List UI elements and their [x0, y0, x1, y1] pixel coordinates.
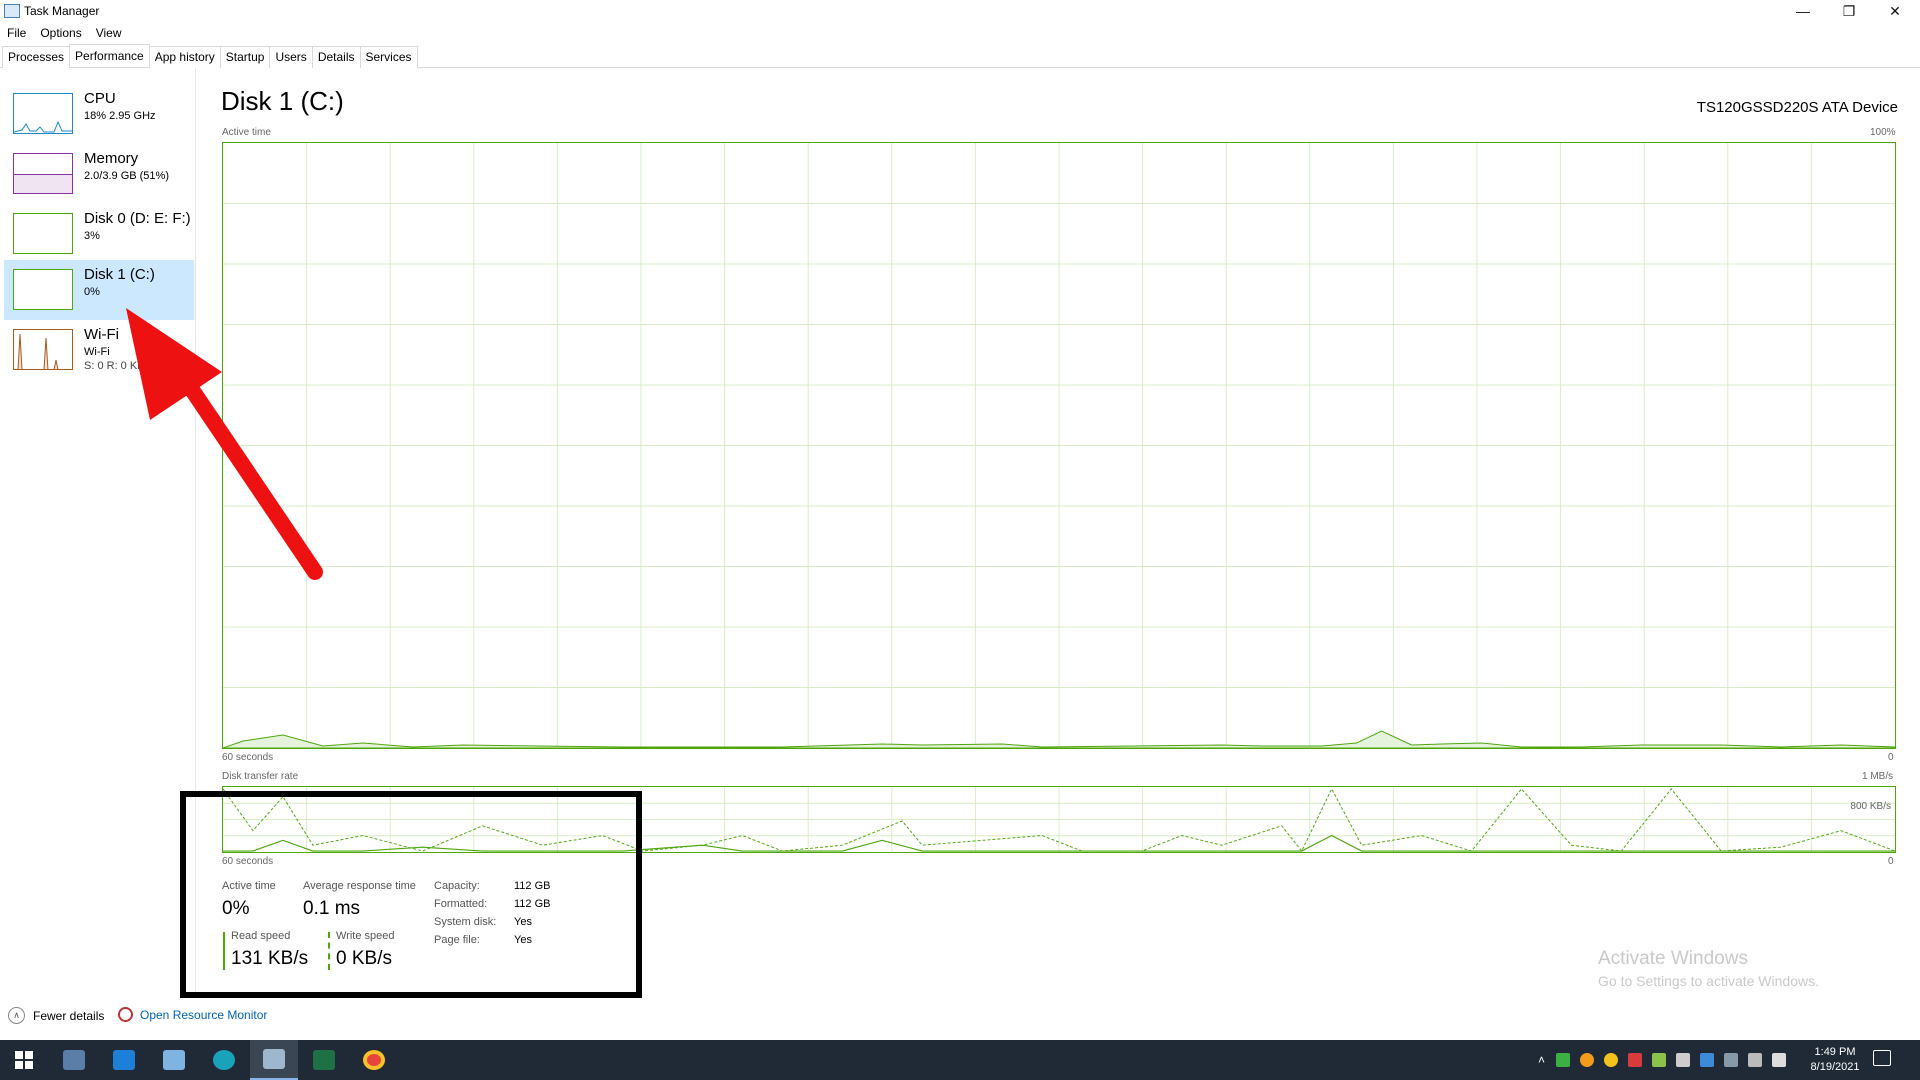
tab-processes[interactable]: Processes — [2, 46, 71, 68]
notepad-icon — [163, 1050, 185, 1070]
annotation-highlight-box — [180, 791, 642, 998]
menu-file[interactable]: File — [0, 24, 33, 44]
taskbar-notepad[interactable] — [150, 1040, 198, 1080]
memory-mini-graph — [13, 153, 73, 194]
task-manager-icon — [4, 4, 20, 18]
tray-app-icon[interactable] — [1628, 1053, 1643, 1067]
transfer-max-label: 1 MB/s — [1862, 771, 1894, 782]
tab-strip: Processes Performance App history Startu… — [0, 44, 1920, 68]
resource-monitor-icon — [118, 1007, 133, 1022]
taskbar-mail[interactable] — [100, 1040, 148, 1080]
tray-app-icon[interactable] — [1652, 1053, 1667, 1067]
sidebar-item-memory[interactable]: Memory 2.0/3.9 GB (51%) — [4, 144, 194, 204]
title-bar: Task Manager — ❐ ✕ — [0, 0, 1920, 24]
activate-windows-subtitle: Go to Settings to activate Windows. — [1598, 973, 1819, 989]
sidebar-item-detail: Wi-Fi — [84, 346, 110, 358]
taskbar-excel[interactable] — [300, 1040, 348, 1080]
disk1-mini-graph — [13, 269, 73, 310]
resource-sidebar: CPU 18% 2.95 GHz Memory 2.0/3.9 GB (51%)… — [0, 68, 196, 998]
active-time-graph-label: Active time — [222, 127, 271, 138]
clock-time: 1:49 PM — [1814, 1046, 1856, 1058]
tab-users[interactable]: Users — [269, 46, 313, 68]
sidebar-item-label: Disk 1 (C:) — [84, 266, 155, 283]
transfer-min-label: 0 — [1888, 856, 1894, 867]
sidebar-item-detail: 2.0/3.9 GB (51%) — [84, 170, 169, 182]
taskbar-calculator[interactable] — [50, 1040, 98, 1080]
taskbar-edge[interactable] — [200, 1040, 248, 1080]
disk0-mini-graph — [13, 213, 73, 254]
system-tray: ˄ — [1538, 1040, 1791, 1080]
network-icon[interactable] — [1724, 1053, 1739, 1067]
volume-icon[interactable] — [1772, 1053, 1787, 1067]
sidebar-item-detail: 0% — [84, 286, 100, 298]
task-manager-icon — [263, 1049, 285, 1069]
maximize-button[interactable]: ❐ — [1826, 0, 1872, 22]
menu-view[interactable]: View — [89, 24, 129, 44]
tab-details[interactable]: Details — [311, 46, 361, 68]
open-resource-monitor-link[interactable]: Open Resource Monitor — [118, 1007, 267, 1022]
chevron-up-icon[interactable]: ˄ — [1538, 1053, 1545, 1067]
sidebar-item-disk-1[interactable]: Disk 1 (C:) 0% — [4, 260, 194, 320]
notification-icon[interactable] — [1873, 1050, 1891, 1066]
sidebar-item-throughput: S: 0 R: 0 Kb — [84, 360, 144, 372]
excel-icon — [313, 1050, 335, 1070]
transfer-graph-label: Disk transfer rate — [222, 771, 299, 782]
wifi-icon[interactable] — [1748, 1053, 1763, 1067]
sidebar-item-cpu[interactable]: CPU 18% 2.95 GHz — [4, 84, 194, 144]
taskbar-clock[interactable]: 1:49 PM 8/19/2021 — [1800, 1045, 1870, 1075]
tray-app-icon[interactable] — [1700, 1053, 1715, 1067]
tray-app-icon[interactable] — [1604, 1053, 1619, 1067]
sidebar-item-detail: 3% — [84, 230, 100, 242]
active-time-x-label: 60 seconds — [222, 752, 274, 763]
wifi-mini-graph — [13, 329, 73, 370]
open-resource-monitor-label: Open Resource Monitor — [140, 1007, 268, 1022]
tray-search-icon[interactable] — [1580, 1053, 1595, 1067]
active-time-max-label: 100% — [1870, 127, 1896, 138]
taskbar-chrome[interactable] — [350, 1040, 398, 1080]
cpu-mini-graph — [13, 93, 73, 134]
sidebar-item-disk-0[interactable]: Disk 0 (D: E: F:) 3% — [4, 204, 194, 264]
fewer-details-label: Fewer details — [33, 1008, 105, 1023]
clock-date: 8/19/2021 — [1810, 1061, 1860, 1073]
sidebar-item-wifi[interactable]: Wi-Fi Wi-Fi S: 0 R: 0 Kb — [4, 320, 194, 380]
windows-icon — [15, 1051, 33, 1069]
menu-bar: File Options View — [0, 24, 129, 44]
calculator-icon — [63, 1050, 85, 1070]
edge-icon — [213, 1050, 235, 1070]
start-button[interactable] — [0, 1040, 48, 1080]
device-name: TS120GSSD220S ATA Device — [1696, 99, 1898, 116]
sidebar-item-label: Disk 0 (D: E: F:) — [84, 210, 191, 227]
mail-icon — [113, 1050, 135, 1070]
tray-app-icon[interactable] — [1556, 1053, 1571, 1067]
taskbar-task-manager[interactable] — [250, 1040, 298, 1080]
page-title: Disk 1 (C:) — [221, 86, 344, 116]
tab-startup[interactable]: Startup — [219, 46, 271, 68]
sidebar-item-label: Wi-Fi — [84, 326, 119, 343]
sidebar-item-label: CPU — [84, 90, 116, 107]
sidebar-item-detail: 18% 2.95 GHz — [84, 110, 156, 122]
chevron-up-icon: ∧ — [8, 1007, 25, 1024]
usb-icon[interactable] — [1676, 1053, 1691, 1067]
close-button[interactable]: ✕ — [1872, 0, 1918, 22]
active-time-min-label: 0 — [1888, 752, 1894, 763]
active-time-graph — [222, 142, 1896, 749]
window-title: Task Manager — [24, 4, 100, 18]
sidebar-item-label: Memory — [84, 150, 139, 167]
taskbar: ˄ 1:49 PM 8/19/2021 — [0, 1040, 1920, 1080]
tab-performance[interactable]: Performance — [69, 44, 150, 67]
chrome-icon — [363, 1050, 385, 1070]
transfer-mid-label: 800 KB/s — [1850, 801, 1891, 812]
activate-windows-title: Activate Windows — [1598, 948, 1748, 969]
tab-app-history[interactable]: App history — [148, 46, 221, 68]
fewer-details-button[interactable]: ∧ Fewer details — [8, 1007, 104, 1024]
menu-options[interactable]: Options — [33, 24, 88, 44]
tab-services[interactable]: Services — [359, 46, 418, 68]
minimize-button[interactable]: — — [1780, 0, 1826, 22]
